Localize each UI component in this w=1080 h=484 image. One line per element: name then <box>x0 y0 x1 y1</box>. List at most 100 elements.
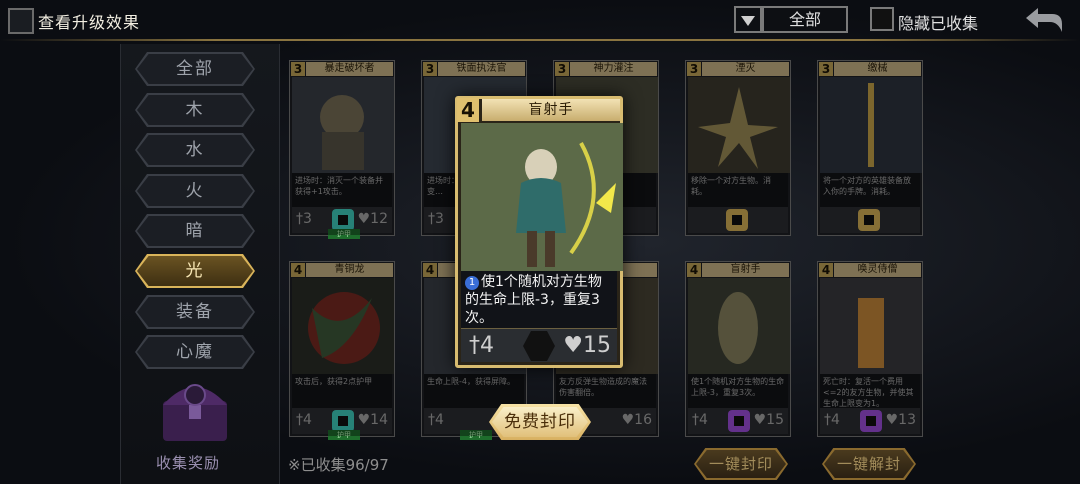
sidebar-item-all[interactable]: 全部 <box>135 52 255 86</box>
card-cost: 4 <box>687 263 701 277</box>
sidebar-item-label: 火 <box>137 176 253 206</box>
card-art <box>688 77 790 173</box>
free-seal-button[interactable]: 免费封印 <box>489 404 591 440</box>
card-tag: 护甲 <box>328 430 360 440</box>
top-divider <box>0 39 1080 41</box>
sidebar-item-label: 全部 <box>137 54 253 84</box>
health-value: ♥14 <box>357 412 388 428</box>
sidebar-item-wood[interactable]: 木 <box>135 93 255 127</box>
card-desc: 友方反弹生物造成的魔法伤害翻倍。 <box>556 374 656 408</box>
card-cost: 3 <box>291 62 305 76</box>
sidebar-item-label: 装备 <box>137 297 253 327</box>
card-name: 唤灵侍僧 <box>834 263 921 277</box>
card-cost: 4 <box>819 263 833 277</box>
card-tag: 护甲 <box>328 229 360 239</box>
top-bar: 查看升级效果 全部 隐藏已收集 <box>0 0 1080 41</box>
collection-reward-label[interactable]: 收集奖励 <box>156 452 220 473</box>
attack-value: †4 <box>428 412 444 428</box>
view-upgrade-label: 查看升级效果 <box>38 13 141 32</box>
sidebar-item-fire[interactable]: 火 <box>135 174 255 208</box>
attack-value: †4 <box>692 412 708 428</box>
popup-card-desc-text: 使1个随机对方生物的生命上限-3，重复3次。 <box>465 274 602 326</box>
race-icon <box>332 209 354 231</box>
view-upgrade-checkbox[interactable] <box>8 8 34 34</box>
attack-value: †4 <box>296 412 312 428</box>
health-value: ♥16 <box>621 412 652 428</box>
card-stats: †4 ♥15 <box>688 408 788 434</box>
health-value: ♥12 <box>357 211 388 227</box>
card-desc: 死亡时：复活一个费用<=2的友方生物，并使其生命上限变为1。 <box>820 374 920 408</box>
popup-card-cost: 4 <box>457 98 479 122</box>
card-cost: 4 <box>423 263 437 277</box>
level-badge-icon: 1 <box>465 276 479 290</box>
card-name: 暴走破坏者 <box>306 62 393 76</box>
collected-count: ※已收集96/97 <box>288 456 389 474</box>
popup-health-value: ♥15 <box>563 333 611 358</box>
helmet-icon <box>523 331 555 361</box>
card-art <box>820 77 922 173</box>
hide-collected-checkbox[interactable] <box>870 7 894 31</box>
card-cost: 3 <box>819 62 833 76</box>
card-item[interactable]: 4 盲射手 使1个随机对方生物的生命上限-3，重复3次。 †4 ♥15 <box>685 261 791 437</box>
card-stats: †4 ♥13 <box>820 408 920 434</box>
hide-collected-label: 隐藏已收集 <box>898 14 979 33</box>
seal-all-label: 一键封印 <box>696 450 786 478</box>
sidebar-item-equipment[interactable]: 装备 <box>135 295 255 329</box>
card-item[interactable]: 4 唤灵侍僧 死亡时：复活一个费用<=2的友方生物，并使其生命上限变为1。 †4… <box>817 261 923 437</box>
back-arrow-icon[interactable] <box>1022 5 1066 35</box>
treasure-chest-icon[interactable] <box>155 375 235 445</box>
unseal-all-button[interactable]: 一键解封 <box>822 448 916 480</box>
card-item[interactable]: 3 暴走破坏者 进场时：消灭一个装备并获得+1攻击。 †3 ♥12 护甲 <box>289 60 395 239</box>
card-name: 铁面执法官 <box>438 62 525 76</box>
unseal-all-label: 一键解封 <box>824 450 914 478</box>
card-desc: 攻击后，获得2点护甲 <box>292 374 392 408</box>
race-icon <box>332 410 354 432</box>
card-desc: 使1个随机对方生物的生命上限-3，重复3次。 <box>688 374 788 408</box>
seal-all-button[interactable]: 一键封印 <box>694 448 788 480</box>
card-art <box>820 278 922 374</box>
card-name: 湮灭 <box>702 62 789 76</box>
sidebar-item-dark[interactable]: 暗 <box>135 214 255 248</box>
popup-card-art <box>461 123 623 271</box>
sidebar-item-light[interactable]: 光 <box>135 254 255 288</box>
card-cost: 3 <box>555 62 569 76</box>
card-desc: 将一个对方的英雄装备放入你的手牌。消耗。 <box>820 173 920 207</box>
card-desc: 移除一个对方生物。消耗。 <box>688 173 788 207</box>
card-tag: 护甲 <box>460 430 492 440</box>
attack-value: †4 <box>824 412 840 428</box>
sidebar-item-water[interactable]: 水 <box>135 133 255 167</box>
sun-icon <box>858 209 880 231</box>
card-name: 青铜龙 <box>306 263 393 277</box>
free-seal-label: 免费封印 <box>492 407 588 437</box>
card-detail-popup: 4 盲射手 1 使1个随机对方生物的生命上限-3，重复3次。 †4 ♥15 <box>455 96 623 368</box>
attack-value: †3 <box>296 211 312 227</box>
popup-card-name: 盲射手 <box>482 99 620 121</box>
card-art <box>292 77 394 173</box>
sidebar-item-label: 光 <box>137 256 253 286</box>
card-name: 盲射手 <box>702 263 789 277</box>
card-item[interactable]: 3 湮灭 移除一个对方生物。消耗。 <box>685 60 791 236</box>
popup-attack-value: †4 <box>469 333 494 358</box>
sidebar-item-label: 暗 <box>137 216 253 246</box>
race-icon <box>728 410 750 432</box>
filter-select[interactable]: 全部 <box>762 6 848 33</box>
card-name: 神力灌注 <box>570 62 657 76</box>
card-stats <box>820 207 920 233</box>
card-art <box>292 278 394 374</box>
card-cost: 3 <box>687 62 701 76</box>
sun-icon <box>726 209 748 231</box>
sidebar-item-label: 水 <box>137 135 253 165</box>
card-item[interactable]: 3 缴械 将一个对方的英雄装备放入你的手牌。消耗。 <box>817 60 923 236</box>
card-art <box>688 278 790 374</box>
card-item[interactable]: 4 青铜龙 攻击后，获得2点护甲 †4 ♥14 护甲 <box>289 261 395 440</box>
card-desc: 进场时：消灭一个装备并获得+1攻击。 <box>292 173 392 207</box>
card-stats: †3 ♥12 护甲 <box>292 207 392 239</box>
sidebar-item-label: 心魔 <box>137 337 253 367</box>
card-cost: 4 <box>291 263 305 277</box>
attack-value: †3 <box>428 211 444 227</box>
filter-dropdown-arrow-icon[interactable] <box>734 6 762 33</box>
health-value: ♥15 <box>753 412 784 428</box>
card-desc: 生命上限-4，获得屏障。 <box>424 374 524 408</box>
race-icon <box>860 410 882 432</box>
sidebar-item-heart-demon[interactable]: 心魔 <box>135 335 255 369</box>
